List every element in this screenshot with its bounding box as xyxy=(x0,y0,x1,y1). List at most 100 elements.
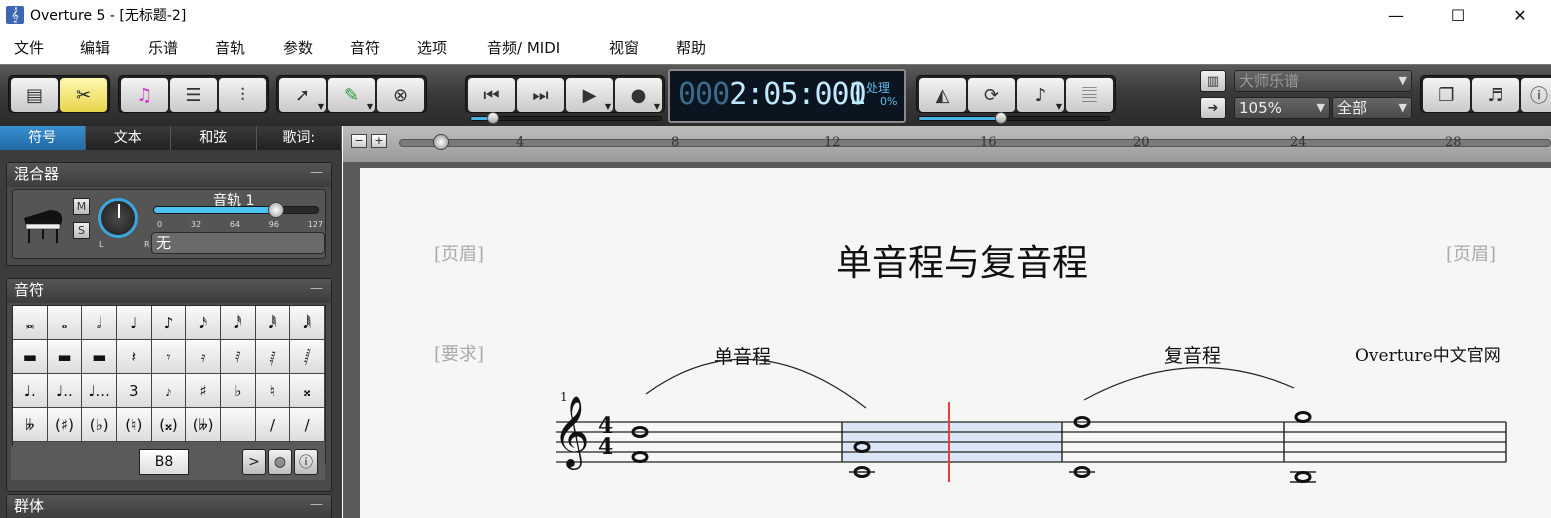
tempo-knob[interactable] xyxy=(995,112,1007,124)
note-palette-cell[interactable]: 𝄫 xyxy=(13,408,48,442)
whole-note[interactable] xyxy=(631,451,649,463)
note-palette-cell[interactable]: 𝅂 xyxy=(290,340,325,374)
mute-button[interactable]: M xyxy=(73,198,90,215)
note-palette-cell[interactable]: ♩.. xyxy=(47,374,83,408)
note-palette-cell[interactable]: 𝄪 xyxy=(290,374,325,408)
note-palette-cell[interactable]: 𝆔 xyxy=(151,374,187,408)
pitch-entry-field[interactable]: B8 xyxy=(139,449,189,475)
accent-button[interactable]: > xyxy=(242,449,266,475)
play-button[interactable]: ▶ ▼ xyxy=(566,78,613,112)
note-palette-cell[interactable]: (𝄪) xyxy=(151,408,187,442)
menu-file[interactable]: 文件 xyxy=(14,37,44,58)
note-palette-cell[interactable]: 𝅘𝅥𝅯 xyxy=(186,306,221,340)
midi-input-button[interactable]: ◍ xyxy=(268,449,292,475)
volume-slider[interactable] xyxy=(153,202,319,218)
slur-compound[interactable] xyxy=(1083,367,1295,401)
note-palette-cell[interactable]: 𝄾 xyxy=(151,340,187,374)
tab-chords[interactable]: 和弦 xyxy=(171,126,257,150)
info-button[interactable]: ⓘ xyxy=(1521,78,1551,112)
menu-help[interactable]: 帮助 xyxy=(676,37,706,58)
step-entry-button[interactable]: 𝄚 xyxy=(1066,78,1113,112)
score-selector-button[interactable]: ▥ xyxy=(1200,70,1226,92)
collapse-icon[interactable]: — xyxy=(310,165,323,180)
note-palette-cell[interactable]: (♯) xyxy=(47,408,83,442)
menu-notes[interactable]: 音符 xyxy=(350,37,380,58)
solo-button[interactable]: S xyxy=(73,222,90,239)
playback-position-knob[interactable] xyxy=(487,112,499,124)
note-palette-cell[interactable]: ♪ xyxy=(151,306,187,340)
note-palette-cell[interactable]: 𝅘𝅥𝅲 xyxy=(290,306,325,340)
go-to-button[interactable]: ➜ xyxy=(1200,97,1226,119)
mixer-button[interactable]: ⫶ xyxy=(219,78,266,112)
note-palette-cell[interactable]: 𝄽 xyxy=(117,340,152,374)
tools-button[interactable]: ✂ xyxy=(60,78,107,112)
notes-title[interactable]: 音符 xyxy=(7,279,331,303)
collapse-icon[interactable]: — xyxy=(310,281,323,296)
step-forward-button[interactable]: ⏭ xyxy=(517,78,564,112)
notation-window-button[interactable]: ♫ xyxy=(121,78,168,112)
erase-tool-button[interactable]: ⊗ xyxy=(377,78,424,112)
groups-title[interactable]: 群体 xyxy=(7,495,331,518)
pan-knob[interactable] xyxy=(98,198,138,238)
maximize-button[interactable]: ☐ xyxy=(1427,0,1489,30)
note-palette-cell[interactable]: 𝅁 xyxy=(255,340,291,374)
minimize-button[interactable]: — xyxy=(1365,0,1427,30)
note-palette-cell[interactable]: (𝄫) xyxy=(186,408,221,442)
menu-options[interactable]: 选项 xyxy=(417,37,447,58)
treble-clef-icon[interactable]: 𝄞 xyxy=(553,400,590,462)
note-palette-cell[interactable]: ♯ xyxy=(186,374,221,408)
note-palette-cell[interactable]: 𝅜 xyxy=(13,306,48,340)
note-palette-cell[interactable]: ♩. xyxy=(13,374,48,408)
tab-lyrics[interactable]: 歌词: xyxy=(256,126,342,150)
note-palette-cell[interactable]: / xyxy=(255,408,291,442)
menu-edit[interactable]: 编辑 xyxy=(80,37,110,58)
note-palette-cell[interactable]: ▬ xyxy=(13,340,48,374)
zoom-in-button[interactable]: + xyxy=(371,134,387,148)
measure-scroll-track[interactable] xyxy=(399,139,1551,147)
close-button[interactable]: ✕ xyxy=(1489,0,1551,30)
track-sheet-button[interactable]: ☰ xyxy=(170,78,217,112)
note-palette-cell[interactable]: 𝅘𝅥𝅰 xyxy=(221,306,256,340)
rewind-button[interactable]: ⏮ xyxy=(468,78,515,112)
zoom-select[interactable]: 105% ▼ xyxy=(1234,97,1330,119)
tempo-slider[interactable] xyxy=(918,112,1110,124)
note-palette-cell[interactable]: (♭) xyxy=(82,408,117,442)
volume-knob[interactable] xyxy=(268,202,284,218)
playback-position-slider[interactable] xyxy=(470,112,662,124)
note-palette-cell[interactable]: (♮) xyxy=(117,408,152,442)
measure-scroll-knob[interactable] xyxy=(433,134,449,150)
mixer-title[interactable]: 混合器 xyxy=(7,163,331,187)
note-palette-cell[interactable]: ♩... xyxy=(82,374,117,408)
record-button[interactable]: ● ▼ xyxy=(615,78,662,112)
note-palette-cell[interactable]: / xyxy=(290,408,325,442)
select-tool-button[interactable]: ➚ ▼ xyxy=(279,78,326,112)
whole-note[interactable] xyxy=(1294,411,1312,423)
note-info-button[interactable]: ⓘ xyxy=(294,449,318,475)
note-palette-cell[interactable]: 𝅗𝅥 xyxy=(82,306,117,340)
zoom-out-button[interactable]: − xyxy=(351,134,367,148)
metronome-button[interactable]: ◭ xyxy=(919,78,966,112)
menu-score[interactable]: 乐谱 xyxy=(148,37,178,58)
pencil-tool-button[interactable]: ✎ ▼ xyxy=(328,78,375,112)
copy-page-button[interactable]: ❐ xyxy=(1423,78,1470,112)
tab-symbols[interactable]: 符号 xyxy=(0,126,86,150)
note-palette-cell[interactable] xyxy=(221,408,256,442)
note-palette-cell[interactable]: ♮ xyxy=(255,374,291,408)
note-palette-cell[interactable]: 𝅝 xyxy=(47,306,83,340)
loop-button[interactable]: ⟳ xyxy=(968,78,1015,112)
note-palette-cell[interactable]: 𝅘𝅥𝅱 xyxy=(255,306,291,340)
note-palette-cell[interactable]: 𝅀 xyxy=(221,340,256,374)
quantize-button[interactable]: ♪ ▼ xyxy=(1017,78,1064,112)
menu-window[interactable]: 视窗 xyxy=(609,37,639,58)
slur-simple[interactable] xyxy=(645,358,867,409)
note-palette-cell[interactable]: ♩ xyxy=(117,306,152,340)
menu-track[interactable]: 音轨 xyxy=(215,37,245,58)
note-palette-cell[interactable]: 𝄿 xyxy=(186,340,221,374)
view-range-select[interactable]: 全部 ▼ xyxy=(1332,97,1412,119)
whole-note[interactable] xyxy=(1294,471,1312,483)
time-signature-bottom[interactable]: 4 xyxy=(598,436,613,458)
collapse-icon[interactable]: — xyxy=(310,497,323,512)
page-view-button[interactable]: ▤ xyxy=(11,78,58,112)
note-palette-cell[interactable]: ♭ xyxy=(221,374,256,408)
note-palette-cell[interactable]: ▬ xyxy=(82,340,117,374)
